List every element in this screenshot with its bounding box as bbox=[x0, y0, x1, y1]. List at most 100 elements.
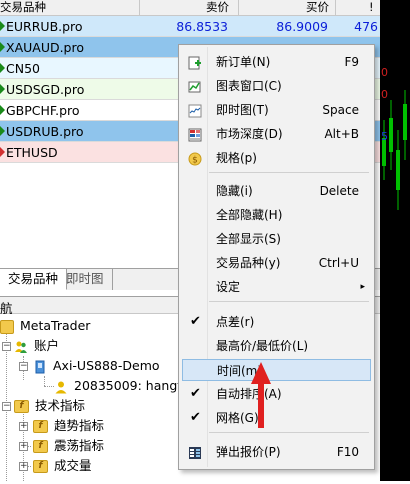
indicator-folder-icon: f bbox=[14, 400, 29, 413]
bid-price: 86.8533 bbox=[176, 19, 228, 34]
direction-arrow-icon bbox=[0, 21, 5, 31]
chart-label: 0 bbox=[381, 88, 388, 101]
menu-item[interactable]: 弹出报价(P) F10 bbox=[182, 441, 371, 463]
menu-separator bbox=[209, 172, 369, 173]
checkmark-icon: ✔ bbox=[190, 386, 201, 401]
indicator-folder-icon: f bbox=[33, 420, 48, 433]
menu-item-label: 即时图(T) bbox=[216, 103, 269, 117]
menu-item-shortcut: Alt+B bbox=[324, 127, 359, 141]
tree-indicator-item[interactable]: f 成交量 bbox=[33, 456, 92, 476]
expand-account[interactable]: − bbox=[19, 362, 28, 371]
context-menu: 新订单(N) F9 图表窗口(C) 即时图(T) Space 市场深度(D) Alt+B $ 规… bbox=[178, 44, 375, 470]
tree-indicator-item[interactable]: f 趋势指标 bbox=[33, 416, 104, 436]
menu-item-label: 交易品种(y) bbox=[216, 256, 281, 270]
indicator-item-label: 成交量 bbox=[54, 458, 92, 473]
specification-icon: $ bbox=[188, 151, 202, 166]
chart-label: 0 bbox=[381, 66, 388, 79]
chart-window-strip[interactable]: 0 0 5 bbox=[380, 0, 410, 481]
annotation-arrow-icon bbox=[251, 362, 271, 428]
symbol-name: EURRUB.pro bbox=[6, 19, 83, 34]
tree-account[interactable]: Axi-US888-Demo bbox=[33, 356, 160, 376]
menu-item[interactable]: 全部显示(S) bbox=[182, 228, 371, 250]
menu-item-shortcut: F10 bbox=[336, 445, 359, 459]
menu-item[interactable]: 设定 ▸ bbox=[182, 276, 371, 298]
tree-root[interactable]: MetaTrader bbox=[0, 316, 90, 336]
symbol-name: USDSGD.pro bbox=[6, 82, 85, 97]
menu-item[interactable]: 图表窗口(C) bbox=[182, 75, 371, 97]
checkmark-icon: ✔ bbox=[190, 410, 201, 425]
tree-indicators[interactable]: f 技术指标 bbox=[14, 396, 85, 416]
submenu-arrow-icon: ▸ bbox=[360, 282, 365, 292]
market-depth-icon bbox=[188, 127, 202, 142]
ask-price: 86.9009 bbox=[276, 19, 328, 34]
menu-item-shortcut: Ctrl+U bbox=[318, 256, 359, 270]
menu-item[interactable]: $ 规格(p) bbox=[182, 147, 371, 169]
symbol-name: XAUAUD.pro bbox=[6, 40, 85, 55]
direction-arrow-icon bbox=[0, 105, 5, 115]
direction-arrow-icon bbox=[0, 42, 5, 52]
expand-volumes[interactable]: + bbox=[19, 462, 28, 471]
column-symbol[interactable]: 交易品种 bbox=[0, 0, 120, 16]
menu-item[interactable]: 新订单(N) F9 bbox=[182, 51, 371, 73]
indicator-item-label: 震荡指标 bbox=[54, 438, 105, 453]
chart-label: 5 bbox=[381, 130, 388, 143]
column-spread[interactable]: ! bbox=[369, 0, 374, 16]
menu-item-label: 隐藏(i) bbox=[216, 184, 253, 198]
tick-chart-icon bbox=[188, 103, 202, 118]
symbol-name: ETHUSD bbox=[6, 145, 58, 160]
menu-item-label: 全部显示(S) bbox=[216, 232, 281, 246]
menu-item[interactable]: 市场深度(D) Alt+B bbox=[182, 123, 371, 145]
tree-account-user[interactable]: 20835009: hangfa bbox=[54, 376, 189, 396]
menu-item-label: 图表窗口(C) bbox=[216, 79, 282, 93]
svg-text:$: $ bbox=[192, 156, 198, 166]
tree-indicator-item[interactable]: f 震荡指标 bbox=[33, 436, 104, 456]
direction-arrow-icon bbox=[0, 84, 5, 94]
new-order-icon bbox=[188, 55, 202, 70]
expand-accounts[interactable]: − bbox=[2, 342, 11, 351]
menu-item-shortcut: F9 bbox=[344, 55, 359, 69]
menu-item[interactable]: ✔ 点差(r) bbox=[182, 311, 371, 333]
indicator-folder-icon: f bbox=[33, 440, 48, 453]
column-ask[interactable]: 买价 bbox=[306, 0, 329, 16]
symbol-name: USDRUB.pro bbox=[6, 124, 84, 139]
checkmark-icon: ✔ bbox=[190, 314, 201, 329]
symbol-name: GBPCHF.pro bbox=[6, 103, 80, 118]
menu-item-label: 全部隐藏(H) bbox=[216, 208, 283, 222]
spread-value: 476 bbox=[354, 19, 378, 34]
menu-item-label: 弹出报价(P) bbox=[216, 445, 281, 459]
menu-item[interactable]: ✔ 网格(G) bbox=[182, 407, 371, 429]
menu-item-label: 市场深度(D) bbox=[216, 127, 283, 141]
column-bid[interactable]: 卖价 bbox=[206, 0, 229, 16]
chart-window-icon bbox=[188, 79, 202, 93]
folder-icon bbox=[0, 319, 14, 334]
account-user: 20835009: hangfa bbox=[74, 378, 190, 393]
menu-item[interactable]: 交易品种(y) Ctrl+U bbox=[182, 252, 371, 274]
tree-accounts-label: 账户 bbox=[34, 338, 60, 353]
symbol-name: CN50 bbox=[6, 61, 40, 76]
symbol-row[interactable]: EURRUB.pro 86.8533 86.9009 476 bbox=[0, 16, 380, 37]
expand-indicators[interactable]: − bbox=[2, 402, 11, 411]
menu-item-label: 最高价/最低价(L) bbox=[216, 339, 309, 353]
menu-item[interactable]: 全部隐藏(H) bbox=[182, 204, 371, 226]
menu-item[interactable]: ✔ 自动排序(A) bbox=[182, 383, 371, 405]
menu-item[interactable]: 隐藏(i) Delete bbox=[182, 180, 371, 202]
menu-item-label: 点差(r) bbox=[216, 315, 255, 329]
menu-item-label: 新订单(N) bbox=[216, 55, 271, 69]
menu-item[interactable]: 时间(m) bbox=[182, 359, 371, 381]
direction-arrow-icon bbox=[0, 147, 5, 157]
menu-item[interactable]: 最高价/最低价(L) bbox=[182, 335, 371, 357]
tree-accounts[interactable]: 账户 bbox=[14, 336, 59, 356]
tree-root-label: MetaTrader bbox=[20, 318, 91, 333]
tab-symbols[interactable]: 交易品种 bbox=[0, 269, 68, 290]
account-name: Axi-US888-Demo bbox=[53, 358, 160, 373]
expand-trend[interactable]: + bbox=[19, 422, 28, 431]
expand-oscillators[interactable]: + bbox=[19, 442, 28, 451]
menu-separator bbox=[209, 432, 369, 433]
tab-tick-chart[interactable]: 即时图 bbox=[58, 269, 113, 290]
users-icon bbox=[14, 340, 28, 354]
tree-indicators-label: 技术指标 bbox=[35, 398, 86, 413]
menu-item[interactable]: 即时图(T) Space bbox=[182, 99, 371, 121]
menu-item-shortcut: Space bbox=[322, 103, 359, 117]
menu-item-label: 规格(p) bbox=[216, 151, 257, 165]
menu-item-label: 设定 bbox=[216, 280, 241, 294]
